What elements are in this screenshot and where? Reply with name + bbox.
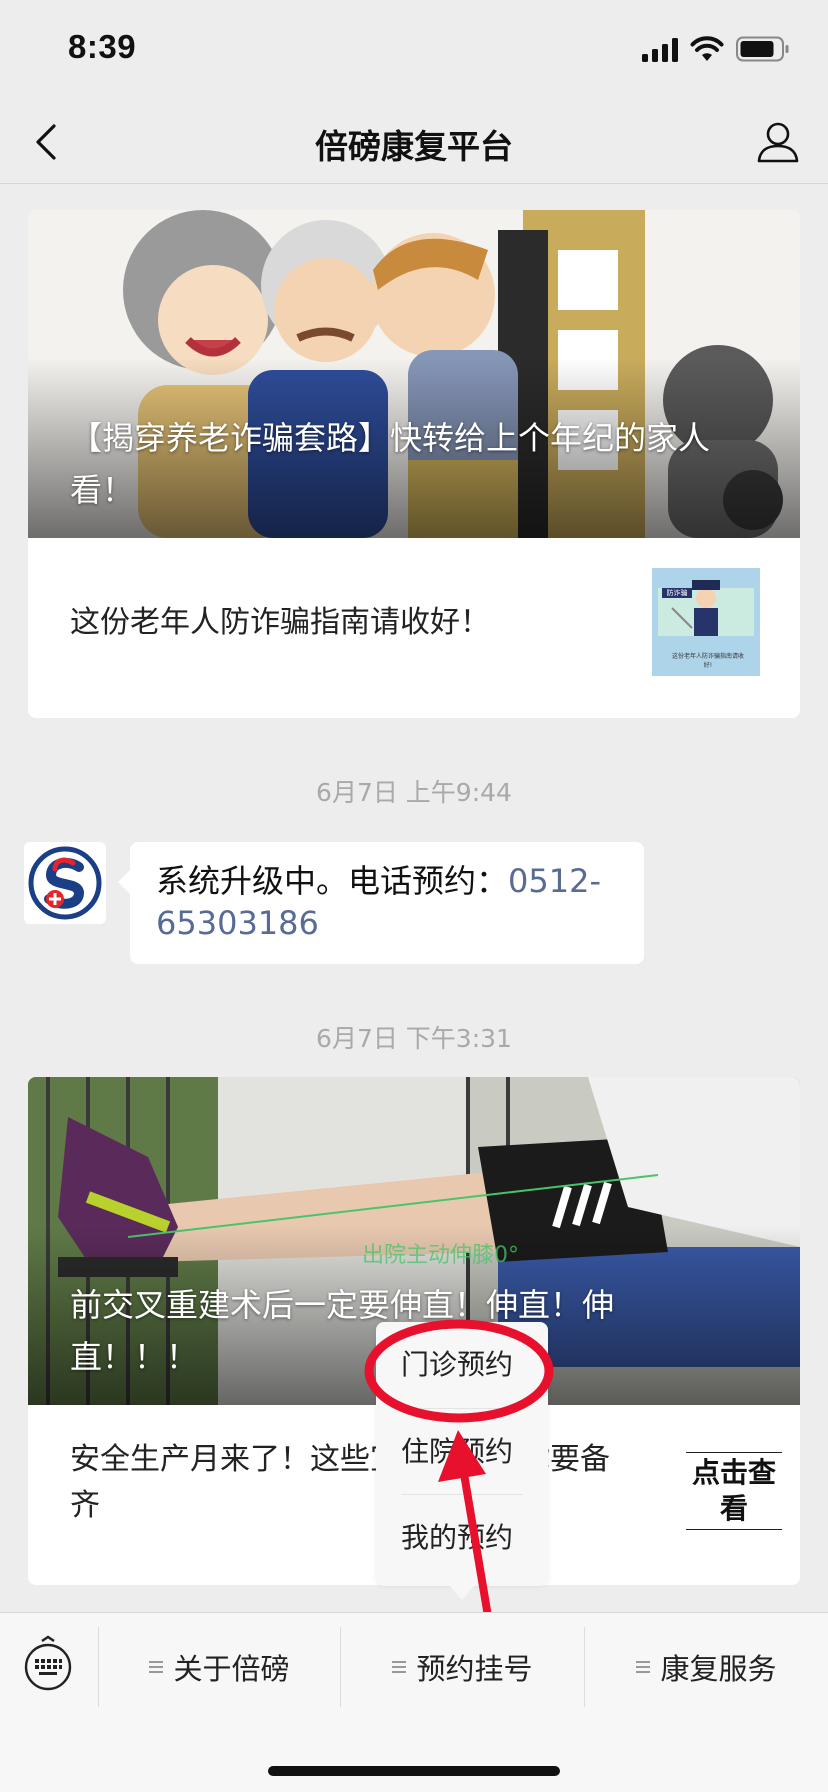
click-view-button[interactable]: 点击查看 bbox=[686, 1452, 782, 1530]
menu-label: 关于倍磅 bbox=[173, 1652, 290, 1686]
chat-timestamp: 6月7日 上午9:44 bbox=[316, 778, 512, 807]
menu-item-inpatient-appointment[interactable]: 住院预约 bbox=[401, 1408, 523, 1494]
thumbnail-banner: 防诈骗 bbox=[666, 589, 688, 597]
wifi-icon bbox=[690, 36, 724, 62]
menu-item-outpatient-appointment[interactable]: 门诊预约 bbox=[401, 1322, 523, 1408]
article-thumbnail: 防诈骗 这份老年人防诈骗指南请收好! bbox=[652, 568, 760, 676]
submenu-lines-icon bbox=[636, 1661, 651, 1673]
article-cover-image: 【揭穿养老诈骗套路】快转给上个年纪的家人看！ bbox=[28, 210, 800, 538]
message-bubble: 系统升级中。电话预约：0512-65303186 bbox=[118, 842, 644, 964]
nav-bar: 倍磅康复平台 bbox=[0, 100, 828, 184]
menu-appointment-registration[interactable]: 预约挂号 bbox=[340, 1627, 584, 1707]
submenu-lines-icon bbox=[149, 1661, 164, 1673]
home-indicator[interactable] bbox=[268, 1766, 560, 1776]
article-subtitle: 这份老年人防诈骗指南请收好！ bbox=[70, 605, 490, 640]
message-text: 系统升级中。电话预约： bbox=[156, 862, 509, 900]
cellular-signal-icon bbox=[642, 38, 678, 62]
chat-timestamp: 6月7日 下午3:31 bbox=[316, 1024, 512, 1053]
article-title: 【揭穿养老诈骗套路】快转给上个年纪的家人看！ bbox=[70, 419, 711, 509]
menu-label: 康复服务 bbox=[660, 1652, 777, 1686]
menu-label: 预约挂号 bbox=[416, 1652, 533, 1686]
bottom-menu-bar: 关于倍磅 预约挂号 康复服务 bbox=[0, 1612, 828, 1792]
page-title: 倍磅康复平台 bbox=[315, 127, 513, 166]
photo-overlay-caption: 出院主动伸膝0° bbox=[362, 1243, 519, 1268]
avatar[interactable] bbox=[24, 842, 106, 924]
hospital-logo-icon bbox=[28, 846, 102, 920]
profile-icon[interactable] bbox=[754, 118, 802, 166]
thumbnail-caption: 这份老年人防诈骗指南请收好! bbox=[671, 653, 744, 669]
status-time: 8:39 bbox=[68, 28, 137, 65]
status-bar: 8:39 bbox=[0, 0, 828, 100]
status-icons bbox=[642, 36, 790, 62]
menu-rehab-services[interactable]: 康复服务 bbox=[584, 1627, 828, 1707]
menu-about-beibang[interactable]: 关于倍磅 bbox=[98, 1627, 340, 1707]
keyboard-toggle-icon[interactable] bbox=[20, 1635, 76, 1691]
appointment-popup-menu: 门诊预约 住院预约 我的预约 bbox=[376, 1322, 548, 1600]
battery-icon bbox=[736, 36, 790, 62]
menu-item-my-appointments[interactable]: 我的预约 bbox=[401, 1494, 523, 1580]
submenu-lines-icon bbox=[392, 1661, 407, 1673]
article-card-anti-fraud[interactable]: 【揭穿养老诈骗套路】快转给上个年纪的家人看！ 这份老年人防诈骗指南请收好！ 防诈… bbox=[28, 210, 800, 718]
